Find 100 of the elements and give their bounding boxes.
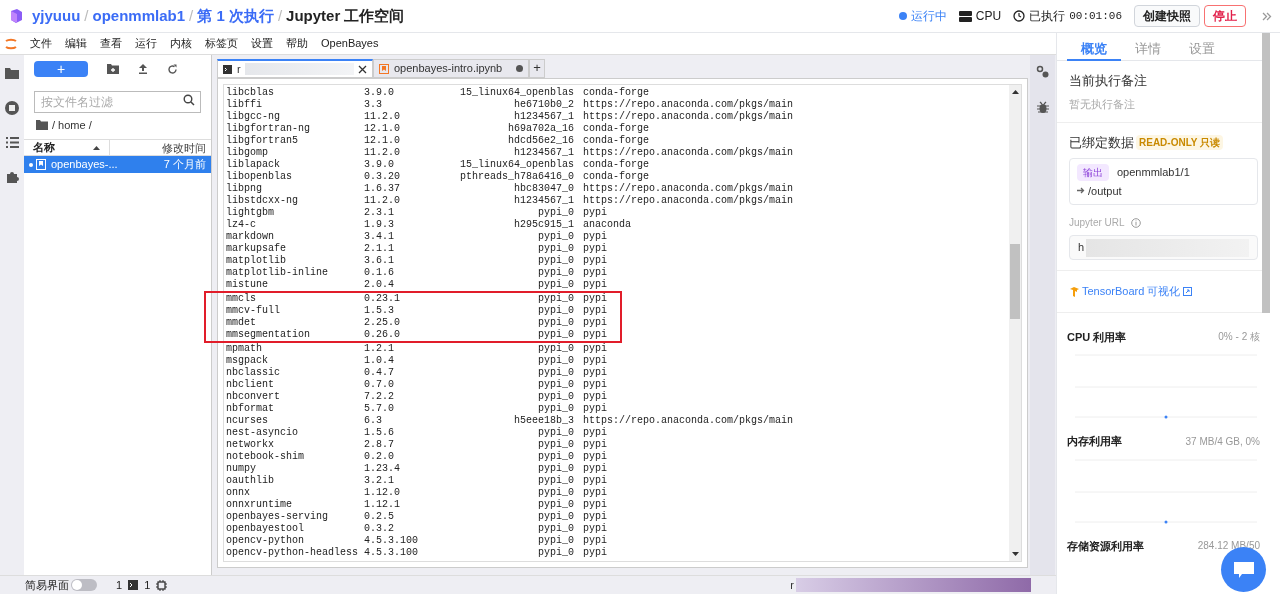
empty-note-text: 暂无执行备注 xyxy=(1069,96,1136,112)
column-header[interactable]: 修改时间 xyxy=(110,140,211,155)
document-tab[interactable]: openbayes-intro.ipynb xyxy=(373,59,529,78)
gears-icon[interactable] xyxy=(1035,65,1050,79)
breadcrumb-link[interactable]: yjyuuu xyxy=(32,4,81,28)
breadcrumb-link[interactable]: openmmlab1 xyxy=(92,4,186,28)
package-version: 1.12.1 xyxy=(364,499,401,511)
package-version: 7.2.2 xyxy=(364,391,395,403)
new-launcher-button[interactable]: + xyxy=(34,61,88,77)
menu-item[interactable]: 标签页 xyxy=(205,35,238,52)
new-folder-icon[interactable] xyxy=(107,64,119,74)
package-version: 2.0.4 xyxy=(364,279,395,291)
metric-title: CPU 利用率 xyxy=(1067,329,1127,345)
package-version: 2.8.7 xyxy=(364,439,395,451)
double-chevron-icon[interactable] xyxy=(1262,11,1272,21)
package-version: 0.4.7 xyxy=(364,367,395,379)
metric-reading: 0% - 2 核 xyxy=(1218,330,1260,345)
package-channel: pypi xyxy=(583,367,607,379)
kernel-count: 1 xyxy=(116,577,123,593)
package-build: pypi_0 xyxy=(537,379,574,391)
package-channel: pypi xyxy=(583,243,607,255)
upload-icon[interactable] xyxy=(138,64,148,74)
filter-field[interactable]: 按文件名过滤 xyxy=(34,91,201,113)
terminal-count: 1 xyxy=(144,577,151,593)
snapshot-button[interactable]: 创建快照 xyxy=(1134,5,1200,27)
sort-ascending-icon xyxy=(93,145,100,150)
menu-item[interactable]: 内核 xyxy=(170,35,192,52)
package-version: 2.3.1 xyxy=(364,207,395,219)
package-version: 1.12.0 xyxy=(364,487,401,499)
stop-button[interactable]: 停止 xyxy=(1204,5,1246,27)
package-name: libopenblas xyxy=(226,171,293,183)
dataset-name[interactable]: openmmlab1/1 xyxy=(1117,163,1190,181)
package-channel: pypi xyxy=(583,231,607,243)
arrow-icon xyxy=(1077,187,1085,195)
menu-item[interactable]: 文件 xyxy=(30,35,52,52)
folder-icon[interactable] xyxy=(5,67,19,79)
chat-button[interactable] xyxy=(1221,547,1266,592)
mount-path: /output xyxy=(1088,183,1122,199)
package-build: h1234567_1 xyxy=(513,147,574,159)
package-build: pypi_0 xyxy=(537,231,574,243)
package-build: pypi_0 xyxy=(537,427,574,439)
close-icon[interactable] xyxy=(358,64,367,74)
package-build: h295c915_1 xyxy=(513,219,574,231)
package-name: opencv-python xyxy=(226,535,305,547)
metric-title: 存储资源利用率 xyxy=(1067,538,1144,554)
package-name: libgomp xyxy=(226,147,269,159)
package-build: pypi_0 xyxy=(537,355,574,367)
package-name: openbayes-serving xyxy=(226,511,330,523)
document-tab[interactable]: r xyxy=(217,59,373,78)
refresh-icon[interactable] xyxy=(167,63,178,75)
package-version: 3.4.1 xyxy=(364,231,395,243)
package-version: 1.23.4 xyxy=(364,463,401,475)
package-build: h1234567_1 xyxy=(513,111,574,123)
breadcrumb-link[interactable]: 第 1 次执行 xyxy=(197,4,274,28)
puzzle-icon[interactable] xyxy=(5,170,19,183)
menu-item[interactable]: 运行 xyxy=(135,35,157,52)
bug-icon[interactable] xyxy=(1036,101,1049,114)
url-field[interactable]: h xyxy=(1069,235,1258,260)
tensorboard-icon xyxy=(1069,285,1080,297)
panel-tab[interactable]: 概览 xyxy=(1067,39,1121,61)
package-build: he6710b0_2 xyxy=(513,99,574,111)
scroll-up-arrow[interactable] xyxy=(1011,90,1019,94)
package-name: mmdet xyxy=(226,317,257,329)
package-name: msgpack xyxy=(226,355,269,367)
scrollbar-thumb[interactable] xyxy=(1262,33,1270,313)
package-name: mmcls xyxy=(226,293,257,305)
package-name: lightgbm xyxy=(226,207,275,219)
add-tab-button[interactable]: + xyxy=(529,59,545,78)
package-name: numpy xyxy=(226,463,257,475)
terminal-icon xyxy=(128,580,139,590)
stop-circle-icon[interactable] xyxy=(5,101,19,115)
package-build: hdcd56e2_16 xyxy=(507,135,574,147)
breadcrumb-separator: / xyxy=(189,5,194,26)
list-icon[interactable] xyxy=(5,137,19,148)
package-version: 3.9.0 xyxy=(364,87,395,99)
package-channel: conda-forge xyxy=(583,123,649,135)
package-name: ncurses xyxy=(226,415,269,427)
package-channel: pypi xyxy=(583,343,607,355)
breadcrumb-path[interactable]: / home / xyxy=(52,116,92,134)
running-status: 运行中 xyxy=(898,7,947,25)
package-name: lz4-c xyxy=(226,219,257,231)
menu-item[interactable]: 查看 xyxy=(100,35,122,52)
package-version: 3.3 xyxy=(364,99,383,111)
package-name: matplotlib xyxy=(226,255,287,267)
package-channel: conda-forge xyxy=(583,171,649,183)
toggle-switch[interactable] xyxy=(71,579,97,591)
menu-item[interactable]: 编辑 xyxy=(65,35,87,52)
scrollbar-thumb[interactable] xyxy=(1010,244,1020,319)
menu-item[interactable]: 设置 xyxy=(251,35,273,52)
menu-item[interactable]: 帮助 xyxy=(286,35,308,52)
file-row[interactable]: openbayes-... 7 个月前 xyxy=(24,156,211,173)
scroll-down-arrow[interactable] xyxy=(1011,552,1019,556)
package-build: pypi_0 xyxy=(537,279,574,291)
package-version: 0.26.0 xyxy=(364,329,401,341)
package-version: 12.1.0 xyxy=(364,135,401,147)
column-header[interactable]: 名称 xyxy=(24,140,110,155)
package-build: pypi_0 xyxy=(537,403,574,415)
package-build: pypi_0 xyxy=(537,367,574,379)
menu-item[interactable]: OpenBayes xyxy=(321,35,379,52)
tensorboard-link[interactable]: TensorBoard 可视化 xyxy=(1082,283,1181,300)
